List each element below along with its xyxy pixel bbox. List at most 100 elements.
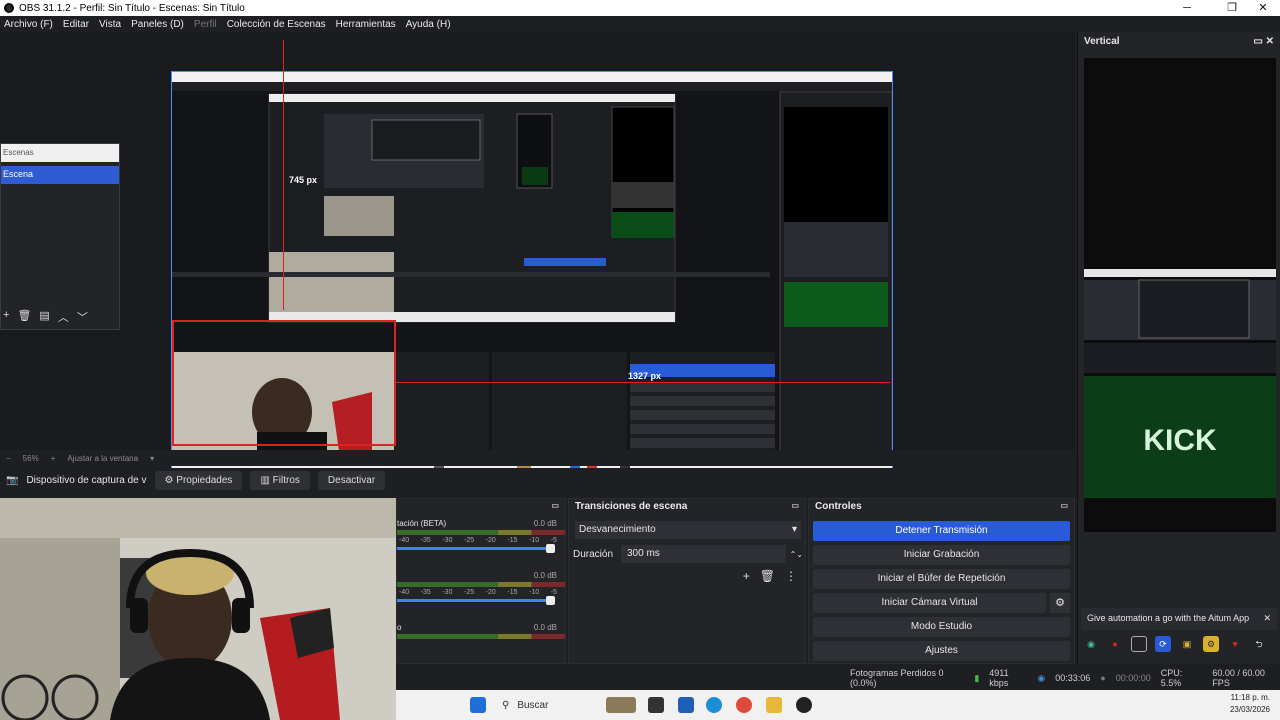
chevron-down-icon[interactable]: ﹀: [77, 309, 88, 325]
heart-icon[interactable]: ♥: [1227, 636, 1243, 652]
settings-button[interactable]: Ajustes: [813, 641, 1070, 661]
edge-icon[interactable]: [706, 697, 722, 713]
rec-time: 00:00:00: [1115, 673, 1151, 683]
menu-editar[interactable]: Editar: [63, 19, 89, 30]
source-toolbar: 📷 Dispositivo de captura de v ⚙ Propieda…: [0, 468, 1075, 492]
add-icon[interactable]: +: [743, 569, 750, 583]
filters-button[interactable]: ▥ Filtros: [250, 470, 310, 490]
svg-text:KICK: KICK: [1143, 424, 1217, 457]
settings-plugin-icon[interactable]: ⚙: [1203, 636, 1219, 652]
camera-icon: 📷: [6, 474, 19, 486]
record-icon: ●: [1100, 673, 1106, 683]
more-icon[interactable]: ⋮: [785, 569, 797, 583]
task-view-icon[interactable]: [648, 697, 664, 713]
obs-taskbar-icon[interactable]: [796, 697, 812, 713]
mixer-channel-3-label: o: [397, 623, 402, 632]
stop-stream-button[interactable]: Detener Transmisión: [813, 521, 1070, 541]
close-button[interactable]: ✕: [1246, 0, 1280, 16]
spinner-arrows-icon[interactable]: ⌃⌄: [790, 550, 803, 559]
windows-start-icon[interactable]: [470, 697, 486, 713]
title-bar: OBS 31.1.2 - Perfil: Sin Título - Escena…: [0, 0, 1280, 16]
volume-slider[interactable]: [397, 544, 555, 553]
duration-input[interactable]: 300 ms: [621, 545, 786, 563]
cpu: CPU: 5.5%: [1160, 668, 1183, 688]
selected-source-bounds[interactable]: [172, 320, 396, 446]
maximize-button[interactable]: ❐: [1215, 0, 1249, 16]
menu-coleccion[interactable]: Colección de Escenas: [227, 19, 326, 30]
replay-buffer-button[interactable]: Iniciar el Búfer de Repetición: [813, 569, 1070, 589]
controls-dock: Controles ▭ Detener Transmisión Iniciar …: [808, 498, 1075, 664]
filters-label: Filtros: [272, 474, 300, 486]
trash-icon[interactable]: 🗑: [17, 309, 31, 325]
plugin-icon-row: ◉ ● ⟳ ▣ ⚙ ♥ ⮌: [1083, 636, 1267, 652]
menu-paneles[interactable]: Paneles (D): [131, 19, 184, 30]
chevron-up-icon[interactable]: ︿: [58, 309, 69, 325]
chevron-down-icon: ▾: [791, 524, 797, 535]
audio-mixer-dock: ▭ tación (BETA) 0.0 dB -40 -35 -30 -25 -20 -1…: [396, 498, 566, 664]
start-recording-button[interactable]: Iniciar Grabación: [813, 545, 1070, 565]
volume-slider[interactable]: [397, 596, 555, 605]
refresh-icon[interactable]: ⟳: [1155, 636, 1171, 652]
square-icon[interactable]: [1131, 636, 1147, 652]
virtual-camera-button[interactable]: Iniciar Cámara Virtual: [813, 593, 1046, 613]
link-icon[interactable]: ◉: [1083, 636, 1099, 652]
webcam-feed-graphic: [0, 498, 396, 720]
measure-horizontal: 1327 px: [628, 371, 662, 381]
preview-area[interactable]: 745 px 1327 px: [0, 32, 1075, 478]
aitum-notification[interactable]: Give automation a go with the Aitum App …: [1081, 608, 1277, 630]
popout-icon[interactable]: ▭: [551, 501, 559, 513]
obs-logo-icon: [4, 3, 14, 13]
properties-button[interactable]: ⚙ Propiedades: [154, 470, 243, 490]
properties-label: Propiedades: [176, 474, 233, 486]
filter-icon[interactable]: ▤: [39, 309, 49, 325]
meter-ticks: -40 -35 -30 -25 -20 -15 -10 -5: [399, 589, 557, 596]
arrow-icon[interactable]: ⮌: [1251, 636, 1267, 652]
transition-select[interactable]: Desvanecimiento ▾: [575, 521, 801, 539]
search-icon: ⚲: [502, 699, 510, 711]
search-placeholder: Buscar: [517, 699, 549, 711]
menu-vista[interactable]: Vista: [99, 19, 121, 30]
volume-meter: [397, 530, 565, 535]
transitions-title: Transiciones de escena: [575, 501, 688, 512]
vertical-preview[interactable]: KICK: [1084, 58, 1276, 532]
menu-herramientas[interactable]: Herramientas: [336, 19, 396, 30]
news-widget-icon[interactable]: [606, 697, 636, 713]
studio-mode-button[interactable]: Modo Estudio: [813, 617, 1070, 637]
mixer-channel-2-db: 0.0 dB: [533, 571, 557, 580]
zoom-level: 56%: [22, 453, 39, 463]
system-clock[interactable]: 11:18 p. m. 23/03/2026: [1230, 692, 1270, 716]
scene-item-escena[interactable]: Escena: [1, 166, 119, 184]
scenes-dock: Escenas Escena + 🗑 ▤ ︿ ﹀: [0, 143, 120, 330]
menu-ayuda[interactable]: Ayuda (H): [406, 19, 451, 30]
controls-title: Controles: [815, 501, 862, 512]
record-dot-icon[interactable]: ●: [1107, 636, 1123, 652]
close-icon[interactable]: ✕: [1263, 613, 1271, 625]
deactivate-button[interactable]: Desactivar: [317, 470, 386, 490]
measure-vertical: 745 px: [289, 175, 318, 185]
frames-dropped: Fotogramas Perdidos 0 (0.0%): [850, 668, 944, 688]
window-title: OBS 31.1.2 - Perfil: Sin Título - Escena…: [19, 2, 245, 14]
webcam-overlay: [0, 498, 396, 720]
store-icon[interactable]: [678, 697, 694, 713]
trash-icon[interactable]: 🗑: [760, 569, 775, 583]
popout-icon[interactable]: ▭: [791, 501, 799, 513]
menu-archivo[interactable]: Archivo (F): [4, 19, 53, 30]
popout-icon[interactable]: ▭: [1060, 501, 1068, 513]
chevron-down-icon[interactable]: ▾: [150, 454, 154, 463]
volume-meter: [397, 634, 565, 639]
minus-icon[interactable]: −: [6, 454, 11, 463]
close-icon[interactable]: ▭ ✕: [1253, 36, 1274, 48]
notification-text: Give automation a go with the Aitum App: [1087, 613, 1250, 623]
chrome-icon[interactable]: [736, 697, 752, 713]
folder-icon[interactable]: [766, 697, 782, 713]
zoom-fit[interactable]: Ajustar a la ventana: [67, 454, 138, 463]
gear-icon[interactable]: ⚙: [1050, 593, 1070, 613]
window-icon[interactable]: ▣: [1179, 636, 1195, 652]
minimize-button[interactable]: ─: [1170, 0, 1204, 16]
plus-icon[interactable]: +: [51, 454, 56, 463]
add-icon[interactable]: +: [3, 309, 9, 325]
bitrate: 4911 kbps: [989, 668, 1009, 688]
menu-perfil[interactable]: Perfil: [194, 19, 217, 30]
zoom-bar: − 56% + Ajustar a la ventana ▾: [0, 450, 1075, 466]
mixer-channel-1-label: tación (BETA): [397, 519, 447, 528]
